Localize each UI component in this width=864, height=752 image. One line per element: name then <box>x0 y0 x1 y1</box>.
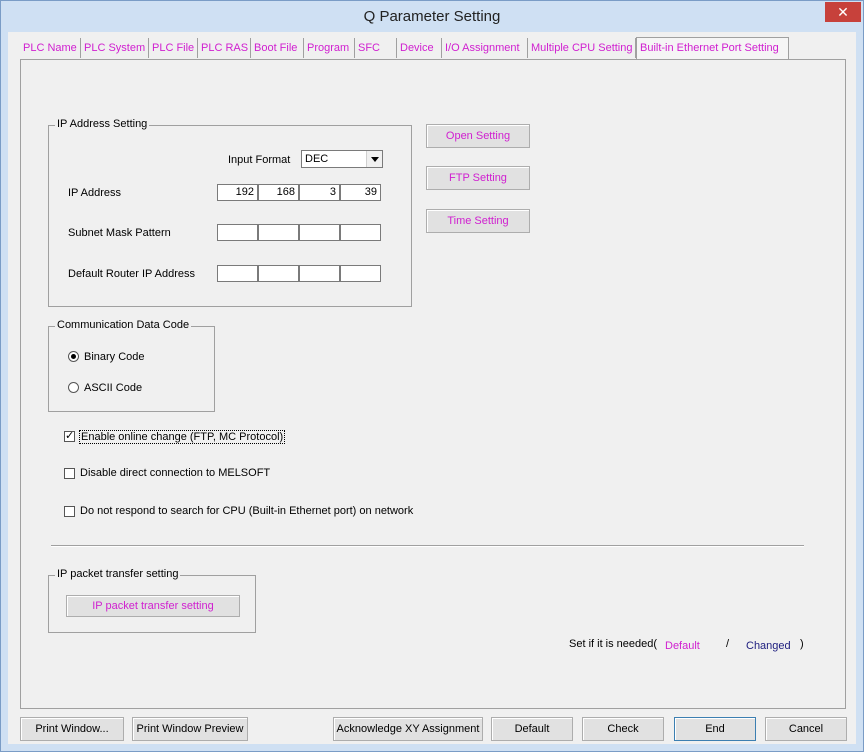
legend-default: Default <box>665 640 700 652</box>
end-button[interactable]: End <box>674 717 756 741</box>
tab-plc-system[interactable]: PLC System <box>81 38 149 58</box>
binary-code-radio[interactable] <box>68 351 79 362</box>
input-format-label: Input Format <box>228 154 291 166</box>
title-bar[interactable]: Q Parameter Setting ✕ <box>1 1 863 33</box>
window-title: Q Parameter Setting <box>363 8 501 25</box>
tab-panel: IP Address Setting Input Format DEC IP A… <box>20 59 846 709</box>
ip-address-group-title: IP Address Setting <box>55 118 150 130</box>
parameter-window: Q Parameter Setting ✕ PLC Name PLC Syste… <box>0 0 864 752</box>
ascii-code-label[interactable]: ASCII Code <box>84 382 142 394</box>
router-octet-2[interactable] <box>258 265 299 282</box>
tab-device[interactable]: Device <box>397 38 442 58</box>
default-router-label: Default Router IP Address <box>68 268 195 280</box>
ip-octet-4[interactable]: 39 <box>340 184 381 201</box>
legend-changed: Changed <box>746 640 791 652</box>
tab-io-assignment[interactable]: I/O Assignment <box>442 38 528 58</box>
subnet-octet-2[interactable] <box>258 224 299 241</box>
cancel-button[interactable]: Cancel <box>765 717 847 741</box>
input-format-select[interactable]: DEC <box>301 150 383 168</box>
separator <box>51 545 804 547</box>
disable-direct-checkbox[interactable] <box>64 468 75 479</box>
client-area: PLC Name PLC System PLC File PLC RAS Boo… <box>8 32 856 744</box>
ip-address-group: IP Address Setting Input Format DEC IP A… <box>48 118 412 307</box>
subnet-octet-4[interactable] <box>340 224 381 241</box>
router-octet-3[interactable] <box>299 265 340 282</box>
subnet-octet-1[interactable] <box>217 224 258 241</box>
ip-packet-group: IP packet transfer setting IP packet tra… <box>48 568 256 633</box>
print-window-button[interactable]: Print Window... <box>20 717 124 741</box>
router-octet-4[interactable] <box>340 265 381 282</box>
legend-prefix: Set if it is needed( <box>569 638 658 650</box>
chevron-down-icon[interactable] <box>366 151 382 167</box>
legend-slash: / <box>726 638 730 650</box>
time-setting-button[interactable]: Time Setting <box>426 209 530 233</box>
no-respond-checkbox[interactable] <box>64 506 75 517</box>
disable-direct-label[interactable]: Disable direct connection to MELSOFT <box>80 467 270 479</box>
check-icon: ✓ <box>65 430 75 442</box>
tab-multiple-cpu[interactable]: Multiple CPU Setting <box>528 38 636 58</box>
subnet-mask-label: Subnet Mask Pattern <box>68 227 171 239</box>
ip-packet-transfer-button[interactable]: IP packet transfer setting <box>66 595 240 617</box>
close-icon: ✕ <box>837 4 849 20</box>
ip-octet-2[interactable]: 168 <box>258 184 299 201</box>
tab-sfc[interactable]: SFC <box>355 38 397 58</box>
comm-data-code-group: Communication Data Code Binary Code ASCI… <box>48 319 215 412</box>
input-format-value: DEC <box>305 153 329 165</box>
online-change-checkbox[interactable]: ✓ <box>64 431 75 442</box>
tab-plc-file[interactable]: PLC File <box>149 38 198 58</box>
tab-builtin-ethernet[interactable]: Built-in Ethernet Port Setting <box>636 37 789 59</box>
ip-packet-group-title: IP packet transfer setting <box>55 568 181 580</box>
ip-octet-3[interactable]: 3 <box>299 184 340 201</box>
ip-address-label: IP Address <box>68 187 121 199</box>
tab-plc-ras[interactable]: PLC RAS <box>198 38 251 58</box>
subnet-octet-3[interactable] <box>299 224 340 241</box>
open-setting-button[interactable]: Open Setting <box>426 124 530 148</box>
tab-program[interactable]: Program <box>304 38 355 58</box>
no-respond-label[interactable]: Do not respond to search for CPU (Built-… <box>80 505 413 517</box>
close-button[interactable]: ✕ <box>825 2 861 22</box>
ip-octet-1[interactable]: 192 <box>217 184 258 201</box>
binary-code-label[interactable]: Binary Code <box>84 351 145 363</box>
print-preview-button[interactable]: Print Window Preview <box>132 717 248 741</box>
check-button[interactable]: Check <box>582 717 664 741</box>
ftp-setting-button[interactable]: FTP Setting <box>426 166 530 190</box>
legend-suffix: ) <box>800 638 804 650</box>
tab-boot-file[interactable]: Boot File <box>251 38 304 58</box>
online-change-label[interactable]: Enable online change (FTP, MC Protocol) <box>79 430 286 444</box>
ascii-code-radio[interactable] <box>68 382 79 393</box>
router-octet-1[interactable] <box>217 265 258 282</box>
tab-plc-name[interactable]: PLC Name <box>20 38 81 58</box>
default-button[interactable]: Default <box>491 717 573 741</box>
comm-data-code-title: Communication Data Code <box>55 319 192 331</box>
acknowledge-xy-button[interactable]: Acknowledge XY Assignment <box>333 717 483 741</box>
